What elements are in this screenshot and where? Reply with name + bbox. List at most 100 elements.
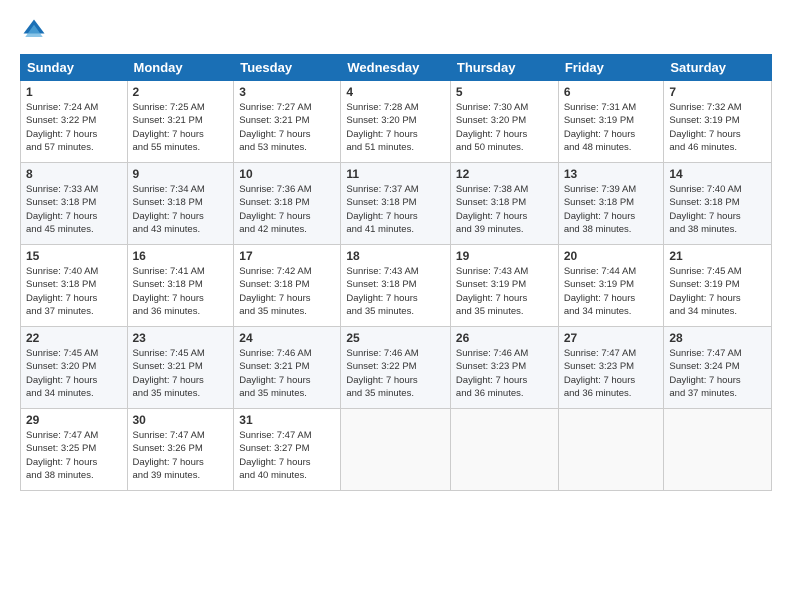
day-number: 26 — [456, 331, 553, 345]
day-info: Sunrise: 7:46 AM Sunset: 3:22 PM Dayligh… — [346, 347, 445, 400]
day-cell: 28Sunrise: 7:47 AM Sunset: 3:24 PM Dayli… — [664, 327, 772, 409]
day-info: Sunrise: 7:31 AM Sunset: 3:19 PM Dayligh… — [564, 101, 659, 154]
day-info: Sunrise: 7:30 AM Sunset: 3:20 PM Dayligh… — [456, 101, 553, 154]
day-info: Sunrise: 7:45 AM Sunset: 3:21 PM Dayligh… — [133, 347, 229, 400]
day-info: Sunrise: 7:47 AM Sunset: 3:27 PM Dayligh… — [239, 429, 335, 482]
day-cell: 22 Sunrise: 7:45 AM Sunset: 3:20 PM Dayli… — [21, 327, 128, 409]
day-cell: 17Sunrise: 7:42 AM Sunset: 3:18 PM Dayli… — [234, 245, 341, 327]
day-info: Sunrise: 7:47 AM Sunset: 3:25 PM Dayligh… — [26, 429, 122, 482]
week-row-3: 15 Sunrise: 7:40 AM Sunset: 3:18 PM Dayli… — [21, 245, 772, 327]
day-info: Sunrise: 7:43 AM Sunset: 3:18 PM Dayligh… — [346, 265, 445, 318]
day-number: 7 — [669, 85, 766, 99]
day-cell: 31 Sunrise: 7:47 AM Sunset: 3:27 PM Dayli… — [234, 409, 341, 491]
weekday-friday: Friday — [558, 55, 664, 81]
day-info: Sunrise: 7:43 AM Sunset: 3:19 PM Dayligh… — [456, 265, 553, 318]
day-info: Sunrise: 7:32 AM Sunset: 3:19 PM Dayligh… — [669, 101, 766, 154]
day-info: Sunrise: 7:33 AM Sunset: 3:18 PM Dayligh… — [26, 183, 122, 236]
day-number: 19 — [456, 249, 553, 263]
week-row-2: 8 Sunrise: 7:33 AM Sunset: 3:18 PM Daylig… — [21, 163, 772, 245]
day-number: 31 — [239, 413, 335, 427]
day-info: Sunrise: 7:47 AM Sunset: 3:23 PM Dayligh… — [564, 347, 659, 400]
day-cell: 23 Sunrise: 7:45 AM Sunset: 3:21 PM Dayli… — [127, 327, 234, 409]
weekday-header-row: SundayMondayTuesdayWednesdayThursdayFrid… — [21, 55, 772, 81]
day-number: 8 — [26, 167, 122, 181]
day-cell: 24 Sunrise: 7:46 AM Sunset: 3:21 PM Dayli… — [234, 327, 341, 409]
day-number: 17 — [239, 249, 335, 263]
day-number: 23 — [133, 331, 229, 345]
weekday-tuesday: Tuesday — [234, 55, 341, 81]
header — [20, 16, 772, 44]
day-cell: 13 Sunrise: 7:39 AM Sunset: 3:18 PM Dayli… — [558, 163, 664, 245]
day-info: Sunrise: 7:40 AM Sunset: 3:18 PM Dayligh… — [26, 265, 122, 318]
day-info: Sunrise: 7:45 AM Sunset: 3:20 PM Dayligh… — [26, 347, 122, 400]
day-cell: 27 Sunrise: 7:47 AM Sunset: 3:23 PM Dayli… — [558, 327, 664, 409]
day-cell: 29Sunrise: 7:47 AM Sunset: 3:25 PM Dayli… — [21, 409, 128, 491]
page: SundayMondayTuesdayWednesdayThursdayFrid… — [0, 0, 792, 612]
weekday-monday: Monday — [127, 55, 234, 81]
day-number: 2 — [133, 85, 229, 99]
day-info: Sunrise: 7:40 AM Sunset: 3:18 PM Dayligh… — [669, 183, 766, 236]
logo-icon — [20, 16, 48, 44]
day-number: 22 — [26, 331, 122, 345]
day-info: Sunrise: 7:24 AM Sunset: 3:22 PM Dayligh… — [26, 101, 122, 154]
day-cell: 15 Sunrise: 7:40 AM Sunset: 3:18 PM Dayli… — [21, 245, 128, 327]
day-cell: 30 Sunrise: 7:47 AM Sunset: 3:26 PM Dayli… — [127, 409, 234, 491]
day-number: 3 — [239, 85, 335, 99]
day-number: 30 — [133, 413, 229, 427]
calendar-table: SundayMondayTuesdayWednesdayThursdayFrid… — [20, 54, 772, 491]
day-number: 28 — [669, 331, 766, 345]
day-cell: 5 Sunrise: 7:30 AM Sunset: 3:20 PM Daylig… — [450, 81, 558, 163]
day-number: 27 — [564, 331, 659, 345]
day-cell: 12Sunrise: 7:38 AM Sunset: 3:18 PM Dayli… — [450, 163, 558, 245]
day-number: 15 — [26, 249, 122, 263]
day-cell: 19 Sunrise: 7:43 AM Sunset: 3:19 PM Dayli… — [450, 245, 558, 327]
day-cell: 20Sunrise: 7:44 AM Sunset: 3:19 PM Dayli… — [558, 245, 664, 327]
day-cell: 4 Sunrise: 7:28 AM Sunset: 3:20 PM Daylig… — [341, 81, 451, 163]
day-info: Sunrise: 7:37 AM Sunset: 3:18 PM Dayligh… — [346, 183, 445, 236]
weekday-saturday: Saturday — [664, 55, 772, 81]
day-number: 24 — [239, 331, 335, 345]
day-number: 4 — [346, 85, 445, 99]
day-cell: 11Sunrise: 7:37 AM Sunset: 3:18 PM Dayli… — [341, 163, 451, 245]
day-info: Sunrise: 7:28 AM Sunset: 3:20 PM Dayligh… — [346, 101, 445, 154]
day-number: 10 — [239, 167, 335, 181]
day-info: Sunrise: 7:39 AM Sunset: 3:18 PM Dayligh… — [564, 183, 659, 236]
day-number: 9 — [133, 167, 229, 181]
day-cell: 1 Sunrise: 7:24 AM Sunset: 3:22 PM Daylig… — [21, 81, 128, 163]
day-cell: 14 Sunrise: 7:40 AM Sunset: 3:18 PM Dayli… — [664, 163, 772, 245]
day-cell — [664, 409, 772, 491]
day-number: 5 — [456, 85, 553, 99]
day-info: Sunrise: 7:34 AM Sunset: 3:18 PM Dayligh… — [133, 183, 229, 236]
day-info: Sunrise: 7:27 AM Sunset: 3:21 PM Dayligh… — [239, 101, 335, 154]
day-cell: 8 Sunrise: 7:33 AM Sunset: 3:18 PM Daylig… — [21, 163, 128, 245]
day-info: Sunrise: 7:41 AM Sunset: 3:18 PM Dayligh… — [133, 265, 229, 318]
day-info: Sunrise: 7:25 AM Sunset: 3:21 PM Dayligh… — [133, 101, 229, 154]
weekday-wednesday: Wednesday — [341, 55, 451, 81]
day-info: Sunrise: 7:36 AM Sunset: 3:18 PM Dayligh… — [239, 183, 335, 236]
day-cell: 10 Sunrise: 7:36 AM Sunset: 3:18 PM Dayli… — [234, 163, 341, 245]
weekday-thursday: Thursday — [450, 55, 558, 81]
day-number: 25 — [346, 331, 445, 345]
day-number: 14 — [669, 167, 766, 181]
day-info: Sunrise: 7:46 AM Sunset: 3:23 PM Dayligh… — [456, 347, 553, 400]
day-info: Sunrise: 7:47 AM Sunset: 3:26 PM Dayligh… — [133, 429, 229, 482]
day-number: 1 — [26, 85, 122, 99]
day-cell — [558, 409, 664, 491]
day-number: 16 — [133, 249, 229, 263]
day-cell: 18 Sunrise: 7:43 AM Sunset: 3:18 PM Dayli… — [341, 245, 451, 327]
logo — [20, 16, 52, 44]
day-info: Sunrise: 7:46 AM Sunset: 3:21 PM Dayligh… — [239, 347, 335, 400]
day-info: Sunrise: 7:45 AM Sunset: 3:19 PM Dayligh… — [669, 265, 766, 318]
day-number: 21 — [669, 249, 766, 263]
day-number: 13 — [564, 167, 659, 181]
day-number: 18 — [346, 249, 445, 263]
day-cell: 7 Sunrise: 7:32 AM Sunset: 3:19 PM Daylig… — [664, 81, 772, 163]
week-row-1: 1 Sunrise: 7:24 AM Sunset: 3:22 PM Daylig… — [21, 81, 772, 163]
day-cell: 3 Sunrise: 7:27 AM Sunset: 3:21 PM Daylig… — [234, 81, 341, 163]
day-number: 20 — [564, 249, 659, 263]
day-cell: 26 Sunrise: 7:46 AM Sunset: 3:23 PM Dayli… — [450, 327, 558, 409]
week-row-4: 22 Sunrise: 7:45 AM Sunset: 3:20 PM Dayli… — [21, 327, 772, 409]
day-number: 6 — [564, 85, 659, 99]
week-row-5: 29Sunrise: 7:47 AM Sunset: 3:25 PM Dayli… — [21, 409, 772, 491]
day-cell — [341, 409, 451, 491]
